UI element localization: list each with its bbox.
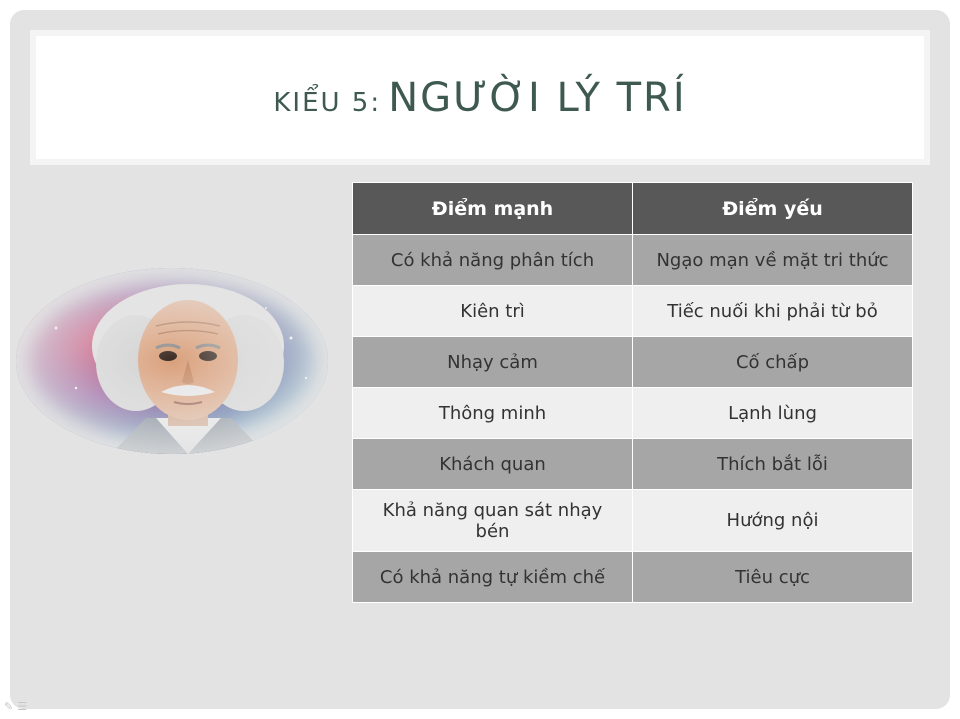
header-strengths: Điểm mạnh xyxy=(352,182,633,235)
portrait-image xyxy=(16,268,328,454)
table-row: Khả năng quan sát nhạy bén Hướng nội xyxy=(352,489,913,552)
table-row: Khách quan Thích bắt lỗi xyxy=(352,438,913,490)
title-main: Người lý trí xyxy=(388,74,687,121)
strength-cell: Nhạy cảm xyxy=(352,336,633,388)
title-prefix: Kiểu 5: xyxy=(273,87,382,118)
strength-cell: Khả năng quan sát nhạy bén xyxy=(352,489,633,552)
strength-cell: Khách quan xyxy=(352,438,633,490)
table-row: Nhạy cảm Cố chấp xyxy=(352,336,913,388)
pen-icon[interactable]: ✎ xyxy=(4,700,17,713)
weakness-cell: Lạnh lùng xyxy=(632,387,913,439)
table-row: Thông minh Lạnh lùng xyxy=(352,387,913,439)
strength-cell: Có khả năng phân tích xyxy=(352,234,633,286)
weakness-cell: Tiêu cực xyxy=(632,551,913,603)
strength-cell: Có khả năng tự kiềm chế xyxy=(352,551,633,603)
weakness-cell: Hướng nội xyxy=(632,489,913,552)
menu-icon[interactable]: ☰ xyxy=(17,700,31,713)
weakness-cell: Ngạo mạn về mặt tri thức xyxy=(632,234,913,286)
table-row: Có khả năng phân tích Ngạo mạn về mặt tr… xyxy=(352,234,913,286)
weakness-cell: Thích bắt lỗi xyxy=(632,438,913,490)
traits-table: Điểm mạnh Điểm yếu Có khả năng phân tích… xyxy=(352,182,913,603)
weakness-cell: Tiếc nuối khi phải từ bỏ xyxy=(632,285,913,337)
weakness-cell: Cố chấp xyxy=(632,336,913,388)
table-row: Có khả năng tự kiềm chế Tiêu cực xyxy=(352,551,913,603)
table-row: Kiên trì Tiếc nuối khi phải từ bỏ xyxy=(352,285,913,337)
slide-title: Kiểu 5: Người lý trí xyxy=(273,75,686,121)
header-weaknesses: Điểm yếu xyxy=(632,182,913,235)
table-header-row: Điểm mạnh Điểm yếu xyxy=(352,182,913,235)
portrait-icon xyxy=(16,268,328,454)
slide-nav-controls[interactable]: ✎☰ xyxy=(4,700,31,713)
title-band: Kiểu 5: Người lý trí xyxy=(30,30,930,165)
strength-cell: Thông minh xyxy=(352,387,633,439)
strength-cell: Kiên trì xyxy=(352,285,633,337)
